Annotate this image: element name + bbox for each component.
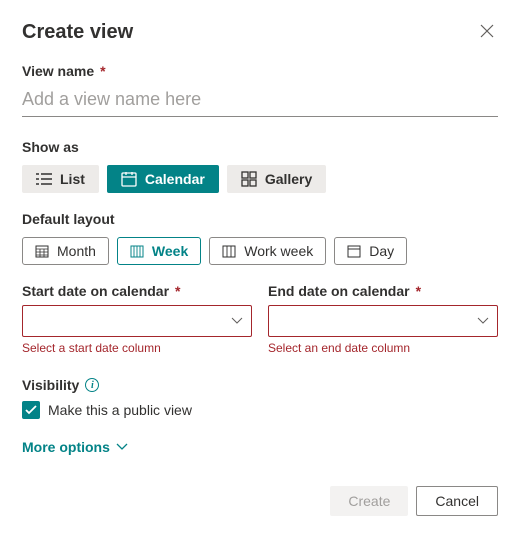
default-layout-label: Default layout bbox=[22, 211, 498, 227]
required-asterisk: * bbox=[175, 283, 180, 299]
layout-month[interactable]: Month bbox=[22, 237, 109, 265]
cancel-button[interactable]: Cancel bbox=[416, 486, 498, 516]
layout-day-label: Day bbox=[369, 243, 394, 259]
end-date-error: Select an end date column bbox=[268, 341, 498, 355]
workweek-icon bbox=[222, 244, 236, 258]
close-button[interactable] bbox=[476, 20, 498, 45]
show-as-options: List Calendar Gallery bbox=[22, 165, 498, 193]
start-date-dropdown[interactable] bbox=[22, 305, 252, 337]
chevron-down-icon bbox=[231, 317, 243, 325]
start-date-error: Select a start date column bbox=[22, 341, 252, 355]
show-as-calendar[interactable]: Calendar bbox=[107, 165, 219, 193]
end-date-dropdown[interactable] bbox=[268, 305, 498, 337]
week-icon bbox=[130, 244, 144, 258]
layout-workweek[interactable]: Work week bbox=[209, 237, 326, 265]
public-view-checkbox[interactable] bbox=[22, 401, 40, 419]
dialog-footer: Create Cancel bbox=[330, 486, 498, 516]
visibility-label-text: Visibility bbox=[22, 377, 79, 393]
show-as-calendar-label: Calendar bbox=[145, 171, 205, 187]
layout-day[interactable]: Day bbox=[334, 237, 407, 265]
dialog-header: Create view bbox=[22, 20, 498, 45]
start-date-label-text: Start date on calendar bbox=[22, 283, 169, 299]
end-date-label: End date on calendar * bbox=[268, 283, 498, 299]
layout-month-label: Month bbox=[57, 243, 96, 259]
calendar-icon bbox=[121, 171, 137, 187]
default-layout-options: Month Week Work week Day bbox=[22, 237, 498, 265]
info-icon[interactable]: i bbox=[85, 378, 99, 392]
day-icon bbox=[347, 244, 361, 258]
show-as-label: Show as bbox=[22, 139, 498, 155]
date-fields-row: Start date on calendar * Select a start … bbox=[22, 283, 498, 355]
list-icon bbox=[36, 172, 52, 186]
checkmark-icon bbox=[25, 405, 37, 415]
end-date-label-text: End date on calendar bbox=[268, 283, 410, 299]
layout-week-label: Week bbox=[152, 243, 188, 259]
start-date-label: Start date on calendar * bbox=[22, 283, 252, 299]
more-options-link[interactable]: More options bbox=[22, 439, 128, 455]
visibility-checkbox-row: Make this a public view bbox=[22, 401, 498, 419]
gallery-icon bbox=[241, 171, 257, 187]
show-as-gallery-label: Gallery bbox=[265, 171, 312, 187]
chevron-down-icon bbox=[477, 317, 489, 325]
create-button[interactable]: Create bbox=[330, 486, 408, 516]
public-view-label: Make this a public view bbox=[48, 402, 192, 418]
show-as-list[interactable]: List bbox=[22, 165, 99, 193]
visibility-label: Visibility i bbox=[22, 377, 498, 393]
show-as-gallery[interactable]: Gallery bbox=[227, 165, 326, 193]
layout-workweek-label: Work week bbox=[244, 243, 313, 259]
start-date-column: Start date on calendar * Select a start … bbox=[22, 283, 252, 355]
dialog-title: Create view bbox=[22, 21, 133, 44]
view-name-label-text: View name bbox=[22, 63, 94, 79]
show-as-list-label: List bbox=[60, 171, 85, 187]
month-icon bbox=[35, 244, 49, 258]
more-options-label: More options bbox=[22, 439, 110, 455]
chevron-down-icon bbox=[116, 443, 128, 451]
close-icon bbox=[480, 24, 494, 38]
view-name-label: View name * bbox=[22, 63, 498, 79]
view-name-input[interactable] bbox=[22, 85, 498, 117]
create-view-dialog: Create view View name * Show as List Cal… bbox=[0, 0, 520, 534]
end-date-column: End date on calendar * Select an end dat… bbox=[268, 283, 498, 355]
required-asterisk: * bbox=[416, 283, 421, 299]
required-asterisk: * bbox=[100, 63, 105, 79]
layout-week[interactable]: Week bbox=[117, 237, 201, 265]
